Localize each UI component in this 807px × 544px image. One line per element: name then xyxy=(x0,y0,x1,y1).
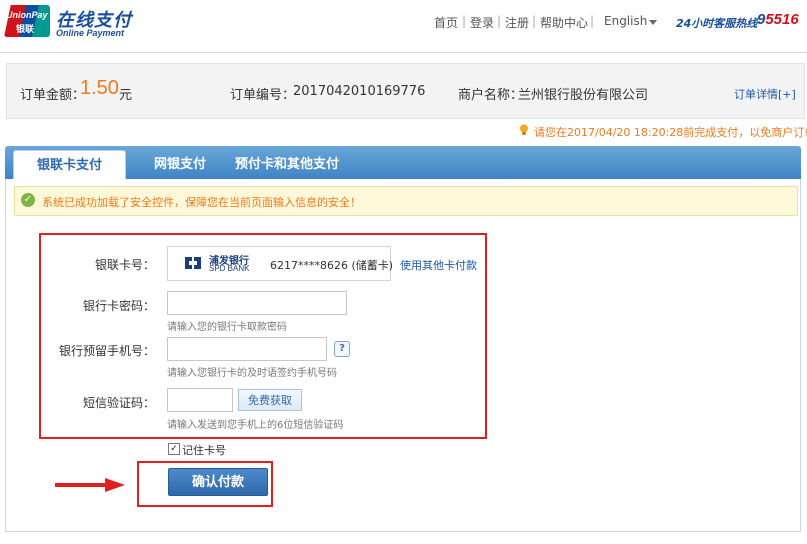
nav-separator: | xyxy=(590,14,595,28)
logo-text-bottom: 银联 xyxy=(16,25,35,35)
card-password-hint: 请输入您的银行卡取款密码 xyxy=(167,322,287,333)
tab-online-banking[interactable]: 网银支付 xyxy=(136,150,224,179)
sms-code-label: 短信验证码： xyxy=(82,396,155,410)
merchant-value: 兰州银行股份有限公司 xyxy=(518,88,649,103)
chevron-down-icon[interactable] xyxy=(649,20,657,25)
payment-deadline-warning: 请您在2017/04/20 18:20:28前完成支付，以免商户订单失效 xyxy=(534,126,807,139)
card-number-label: 银联卡号： xyxy=(94,258,155,272)
nav-home-link[interactable]: 首页 xyxy=(434,14,458,31)
nav-separator: | xyxy=(497,14,502,28)
card-password-input[interactable] xyxy=(167,291,347,315)
nav-separator: | xyxy=(532,14,537,28)
security-notice-text: 系统已成功加载了安全控件，保障您在当前页面输入信息的安全！ xyxy=(42,196,361,209)
help-icon[interactable]: ? xyxy=(334,341,350,357)
sms-code-hint: 请输入发送到您手机上的6位短信验证码 xyxy=(167,420,344,431)
logo-text-top: UnionPay xyxy=(6,10,48,20)
order-number-value: 2017042010169776 xyxy=(293,84,426,99)
tab-prepaid-other[interactable]: 预付卡和其他支付 xyxy=(233,150,341,179)
nav-help-link[interactable]: 帮助中心 xyxy=(540,14,588,31)
order-amount-unit: 元 xyxy=(119,88,133,103)
nav-register-link[interactable]: 注册 xyxy=(505,14,529,31)
hotline-label: 24小时客服热线 xyxy=(676,17,758,30)
language-selector[interactable]: English xyxy=(604,14,647,28)
remember-card-label[interactable]: 记住卡号 xyxy=(182,442,226,458)
bank-name-en: SPD BANK xyxy=(209,264,250,273)
phone-input[interactable] xyxy=(167,337,327,361)
brand-subtitle: Online Payment xyxy=(56,28,125,38)
phone-label: 银行预留手机号： xyxy=(58,344,155,358)
arrow-right-icon xyxy=(55,478,125,492)
sms-code-input[interactable] xyxy=(167,388,233,412)
order-amount-label: 订单金额： xyxy=(20,88,86,103)
order-detail-link[interactable]: 订单详情[+] xyxy=(734,86,796,102)
tab-unionpay-card[interactable]: 银联卡支付 xyxy=(13,150,126,180)
card-number-value: 6217****8626 (储蓄卡) xyxy=(270,259,394,272)
spdb-bank-icon xyxy=(185,257,201,269)
check-icon: ✓ xyxy=(21,193,35,207)
merchant-label: 商户名称： xyxy=(458,88,524,103)
nav-separator: | xyxy=(462,14,467,28)
order-amount-value: 1.50 xyxy=(80,77,119,99)
get-sms-code-button[interactable]: 免费获取 xyxy=(238,389,302,411)
remember-card-checkbox[interactable]: ✓ xyxy=(168,443,180,455)
confirm-payment-button[interactable]: 确认付款 xyxy=(168,468,268,496)
order-number-label: 订单编号： xyxy=(230,88,296,103)
nav-login-link[interactable]: 登录 xyxy=(470,14,494,31)
phone-hint: 请输入您银行卡的及时语签约手机号码 xyxy=(167,368,337,379)
card-password-label: 银行卡密码： xyxy=(82,299,155,313)
use-other-card-link[interactable]: 使用其他卡付款 xyxy=(400,257,477,273)
hotline-number: 95516 xyxy=(757,11,799,28)
unionpay-logo: UnionPay 银联 xyxy=(4,5,50,37)
lightbulb-icon xyxy=(520,124,528,135)
